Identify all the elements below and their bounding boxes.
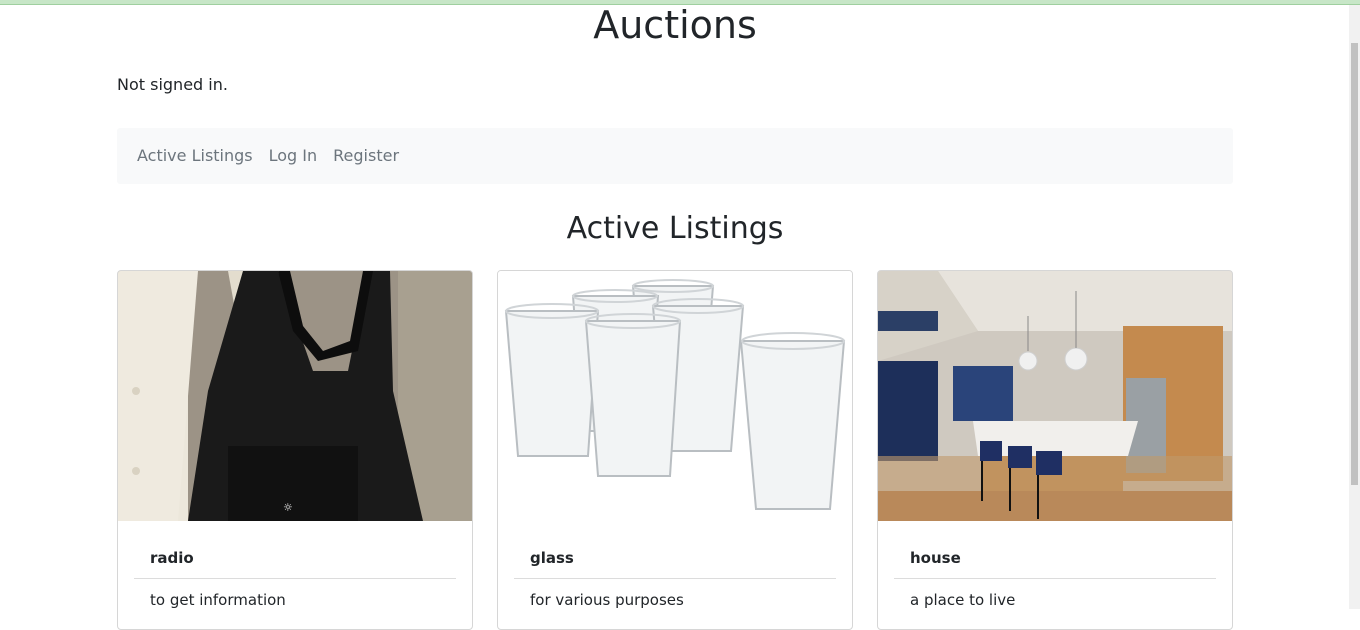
nav-link-log-in[interactable]: Log In (269, 146, 318, 166)
listing-image-tote-bag: ☼ (118, 271, 472, 521)
listing-card[interactable]: ☼ radio to get information (117, 270, 473, 630)
listing-title: house (894, 521, 1216, 579)
listing-cards: ☼ radio to get information glass for var… (117, 270, 1233, 630)
section-title: Active Listings (566, 211, 784, 246)
scrollbar-thumb[interactable] (1351, 43, 1358, 485)
listing-card[interactable]: glass for various purposes (497, 270, 853, 630)
vertical-scrollbar[interactable] (1349, 5, 1360, 609)
site-title: Auctions (593, 3, 757, 47)
listing-title: radio (134, 521, 456, 579)
listing-card[interactable]: house a place to live (877, 270, 1233, 630)
listing-description: to get information (150, 591, 286, 609)
navbar: Active Listings Log In Register (117, 128, 1233, 184)
listing-image-glasses (498, 271, 852, 521)
svg-text:☼: ☼ (283, 501, 293, 514)
signin-status: Not signed in. (117, 75, 228, 94)
listing-description: a place to live (910, 591, 1016, 609)
listing-title: glass (514, 521, 836, 579)
listing-image-kitchen (878, 271, 1232, 521)
nav-link-active-listings[interactable]: Active Listings (137, 146, 253, 166)
listing-description: for various purposes (530, 591, 684, 609)
page-container: Auctions Not signed in. Active Listings … (117, 3, 1233, 630)
nav-link-register[interactable]: Register (333, 146, 399, 166)
